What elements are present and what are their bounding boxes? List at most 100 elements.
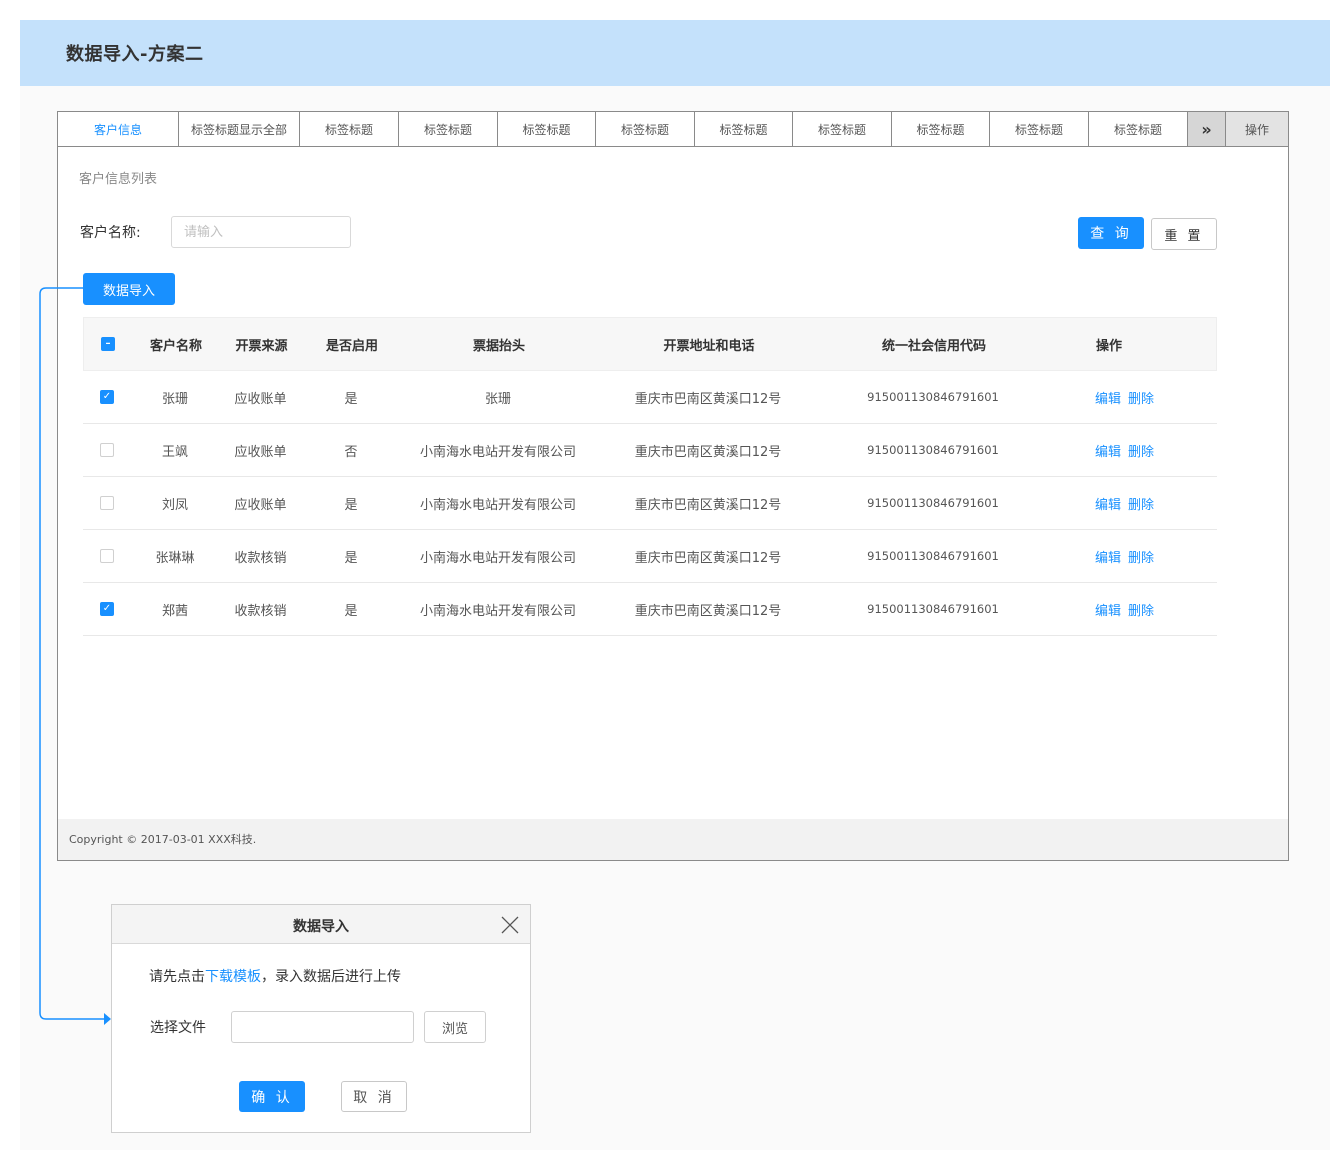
row-checkbox[interactable] bbox=[100, 496, 114, 510]
dialog-header: 数据导入 bbox=[112, 905, 530, 944]
table-row: ✓ 郑茜 收款核销 是 小南海水电站开发有限公司 重庆市巴南区黄溪口12号 91500113… bbox=[83, 583, 1217, 636]
cell-credit-code: 915001130846791601 bbox=[867, 549, 999, 563]
column-header-name: 客户名称 bbox=[149, 338, 202, 354]
delete-link[interactable]: 删除 bbox=[1128, 494, 1154, 513]
cell-credit-code: 915001130846791601 bbox=[867, 443, 999, 457]
tab-title[interactable]: 标签标题 bbox=[1089, 112, 1188, 146]
table-row: 张琳琳 收款核销 是 小南海水电站开发有限公司 重庆市巴南区黄溪口12号 91500113… bbox=[83, 530, 1217, 583]
tab-title[interactable]: 标签标题 bbox=[695, 112, 793, 146]
table-row: 王飒 应收账单 否 小南海水电站开发有限公司 重庆市巴南区黄溪口12号 915001130… bbox=[83, 424, 1217, 477]
cell-source: 应收账单 bbox=[234, 497, 287, 513]
customer-name-label: 客户名称: bbox=[80, 225, 141, 241]
table-body: ✓ 张珊 应收账单是张珊 重庆市巴南区黄溪口12号 915001130846791601… bbox=[83, 371, 1217, 636]
cell-credit-code: 915001130846791601 bbox=[867, 496, 999, 510]
edit-link[interactable]: 编辑 bbox=[1095, 600, 1121, 619]
close-icon[interactable] bbox=[500, 915, 520, 935]
data-import-button[interactable]: 数据导入 bbox=[83, 273, 175, 305]
tab-title[interactable]: 标签标题 bbox=[990, 112, 1089, 146]
cell-address: 重庆市巴南区黄溪口12号 bbox=[634, 391, 782, 407]
customer-table: – 客户名称 开票来源 是否启用 票据抬头 开票地址和电话 统一社会信用代码 操… bbox=[83, 317, 1217, 636]
cell-name: 张珊 bbox=[161, 391, 188, 407]
tab-title[interactable]: 标签标题 bbox=[892, 112, 990, 146]
query-button[interactable]: 查 询 bbox=[1078, 217, 1144, 249]
cell-name: 张琳琳 bbox=[155, 550, 195, 566]
cell-name: 刘凤 bbox=[161, 497, 188, 513]
customer-name-input[interactable] bbox=[171, 216, 351, 248]
edit-link[interactable]: 编辑 bbox=[1095, 494, 1121, 513]
column-header-actions: 操作 bbox=[1096, 338, 1123, 354]
tip-text-suffix: ，录入数据后进行上传 bbox=[261, 969, 401, 985]
tab-bar: 客户信息 标签标题显示全部 标签标题 标签标题 标签标题 标签标题 标签标题 标… bbox=[58, 112, 1288, 147]
tab-title[interactable]: 标签标题 bbox=[793, 112, 892, 146]
column-header-address: 开票地址和电话 bbox=[663, 338, 755, 354]
column-header-enabled: 是否启用 bbox=[325, 338, 378, 354]
main-panel: 客户信息 标签标题显示全部 标签标题 标签标题 标签标题 标签标题 标签标题 标… bbox=[57, 111, 1289, 861]
cell-address: 重庆市巴南区黄溪口12号 bbox=[634, 444, 782, 460]
tab-title-show-all[interactable]: 标签标题显示全部 bbox=[179, 112, 300, 146]
cell-source: 应收账单 bbox=[234, 444, 287, 460]
download-template-link[interactable]: 下载模板 bbox=[205, 969, 261, 985]
cell-invoice-title: 小南海水电站开发有限公司 bbox=[419, 444, 576, 460]
cell-source: 收款核销 bbox=[234, 603, 287, 619]
cell-invoice-title: 小南海水电站开发有限公司 bbox=[419, 497, 576, 513]
edit-link[interactable]: 编辑 bbox=[1095, 388, 1121, 407]
cell-enabled: 是 bbox=[344, 603, 358, 619]
edit-link[interactable]: 编辑 bbox=[1095, 441, 1121, 460]
column-header-source: 开票来源 bbox=[235, 338, 288, 354]
delete-link[interactable]: 删除 bbox=[1128, 600, 1154, 619]
tab-title[interactable]: 标签标题 bbox=[300, 112, 399, 146]
page-title: 数据导入-方案二 bbox=[66, 44, 204, 65]
column-header-invoice-title: 票据抬头 bbox=[472, 338, 525, 354]
cell-enabled: 是 bbox=[344, 497, 358, 513]
cell-enabled: 否 bbox=[344, 444, 358, 460]
edit-link[interactable]: 编辑 bbox=[1095, 547, 1121, 566]
select-all-checkbox[interactable]: – bbox=[101, 337, 115, 351]
cell-invoice-title: 小南海水电站开发有限公司 bbox=[419, 550, 576, 566]
tip-text: 请先点击 bbox=[149, 969, 205, 985]
tab-operations[interactable]: 操作 bbox=[1226, 112, 1288, 146]
copyright-text: Copyright © 2017-03-01 XXX科技. bbox=[69, 833, 257, 846]
select-file-label: 选择文件 bbox=[150, 1020, 206, 1036]
dialog-title: 数据导入 bbox=[293, 919, 349, 935]
cell-invoice-title: 张珊 bbox=[484, 391, 511, 407]
reset-button[interactable]: 重 置 bbox=[1151, 218, 1217, 250]
cancel-button[interactable]: 取 消 bbox=[341, 1081, 407, 1112]
row-checkbox[interactable]: ✓ bbox=[100, 390, 114, 404]
cell-address: 重庆市巴南区黄溪口12号 bbox=[634, 497, 782, 513]
dialog-tip: 请先点击下载模板，录入数据后进行上传 bbox=[149, 966, 401, 986]
row-checkbox[interactable]: ✓ bbox=[100, 602, 114, 616]
row-checkbox[interactable] bbox=[100, 443, 114, 457]
cell-source: 应收账单 bbox=[234, 391, 287, 407]
page-header: 数据导入-方案二 bbox=[20, 20, 1330, 86]
cell-enabled: 是 bbox=[344, 391, 358, 407]
cell-source: 收款核销 bbox=[234, 550, 287, 566]
import-dialog: 数据导入 请先点击下载模板，录入数据后进行上传 选择文件 浏览 确 认 取 消 bbox=[111, 904, 531, 1133]
footer: Copyright © 2017-03-01 XXX科技. bbox=[58, 819, 1288, 860]
tab-more-button[interactable]: » bbox=[1188, 112, 1226, 146]
tab-title[interactable]: 标签标题 bbox=[498, 112, 596, 146]
browse-button[interactable]: 浏览 bbox=[424, 1011, 486, 1043]
tab-title[interactable]: 标签标题 bbox=[399, 112, 498, 146]
table-row: 刘凤 应收账单 是 小南海水电站开发有限公司 重庆市巴南区黄溪口12号 915001130… bbox=[83, 477, 1217, 530]
file-path-field[interactable] bbox=[231, 1011, 414, 1043]
delete-link[interactable]: 删除 bbox=[1128, 441, 1154, 460]
cell-invoice-title: 小南海水电站开发有限公司 bbox=[419, 603, 576, 619]
list-title: 客户信息列表 bbox=[79, 172, 158, 187]
cell-credit-code: 915001130846791601 bbox=[867, 602, 999, 616]
cell-address: 重庆市巴南区黄溪口12号 bbox=[634, 550, 782, 566]
delete-link[interactable]: 删除 bbox=[1128, 547, 1154, 566]
delete-link[interactable]: 删除 bbox=[1128, 388, 1154, 407]
cell-name: 王飒 bbox=[161, 444, 188, 460]
tab-customer-info[interactable]: 客户信息 bbox=[58, 112, 179, 146]
cell-address: 重庆市巴南区黄溪口12号 bbox=[634, 603, 782, 619]
confirm-button[interactable]: 确 认 bbox=[239, 1081, 305, 1112]
table-row: ✓ 张珊 应收账单 是 张珊 重庆市巴南区黄溪口12号 915001130846791601… bbox=[83, 371, 1217, 424]
row-checkbox[interactable] bbox=[100, 549, 114, 563]
column-header-credit-code: 统一社会信用代码 bbox=[881, 338, 986, 354]
cell-enabled: 是 bbox=[344, 550, 358, 566]
double-chevron-right-icon: » bbox=[1201, 119, 1212, 139]
table-header: – 客户名称 开票来源 是否启用 票据抬头 开票地址和电话 统一社会信用代码 操… bbox=[83, 317, 1217, 371]
cell-name: 郑茜 bbox=[161, 603, 188, 619]
cell-credit-code: 915001130846791601 bbox=[867, 390, 999, 404]
tab-title[interactable]: 标签标题 bbox=[596, 112, 695, 146]
